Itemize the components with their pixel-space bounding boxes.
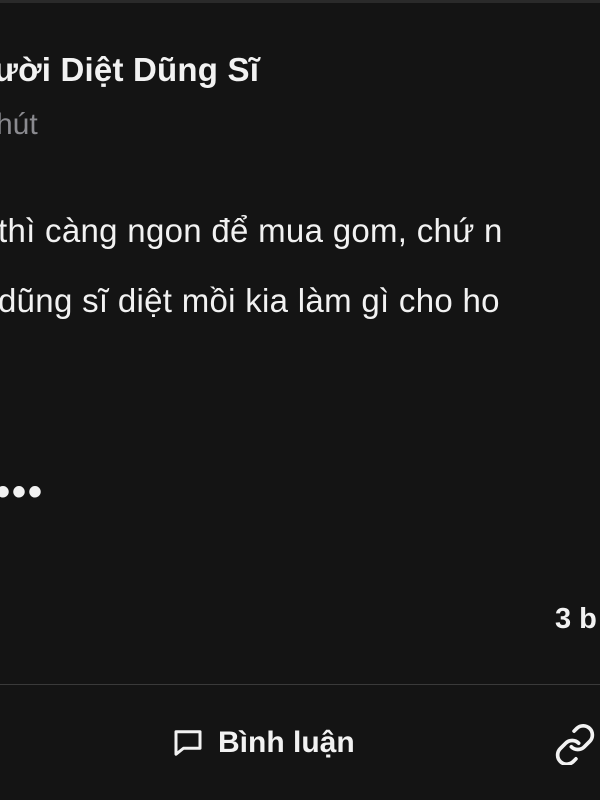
comment-button[interactable]: Bình luận [170, 720, 355, 766]
post-timestamp[interactable]: hút [0, 108, 38, 142]
share-link-button[interactable] [553, 723, 600, 765]
post-author-name[interactable]: ười Diệt Dũng Sĩ [0, 51, 259, 89]
link-icon [553, 723, 597, 765]
post-body-line-2: dũng sĩ diệt mồi kia làm gì cho ho [0, 282, 500, 319]
post-card: ười Diệt Dũng Sĩ hút thì càng ngon để mu… [0, 0, 600, 800]
more-options-button[interactable]: ••• [0, 470, 44, 515]
actions-divider [0, 684, 600, 685]
post-stats-count[interactable]: 3 b [555, 603, 597, 636]
comment-button-label: Bình luận [218, 726, 355, 759]
post-body-line-1: thì càng ngon để mua gom, chứ n [0, 212, 503, 249]
card-top-border [0, 0, 600, 3]
speech-bubble-icon [170, 725, 206, 761]
